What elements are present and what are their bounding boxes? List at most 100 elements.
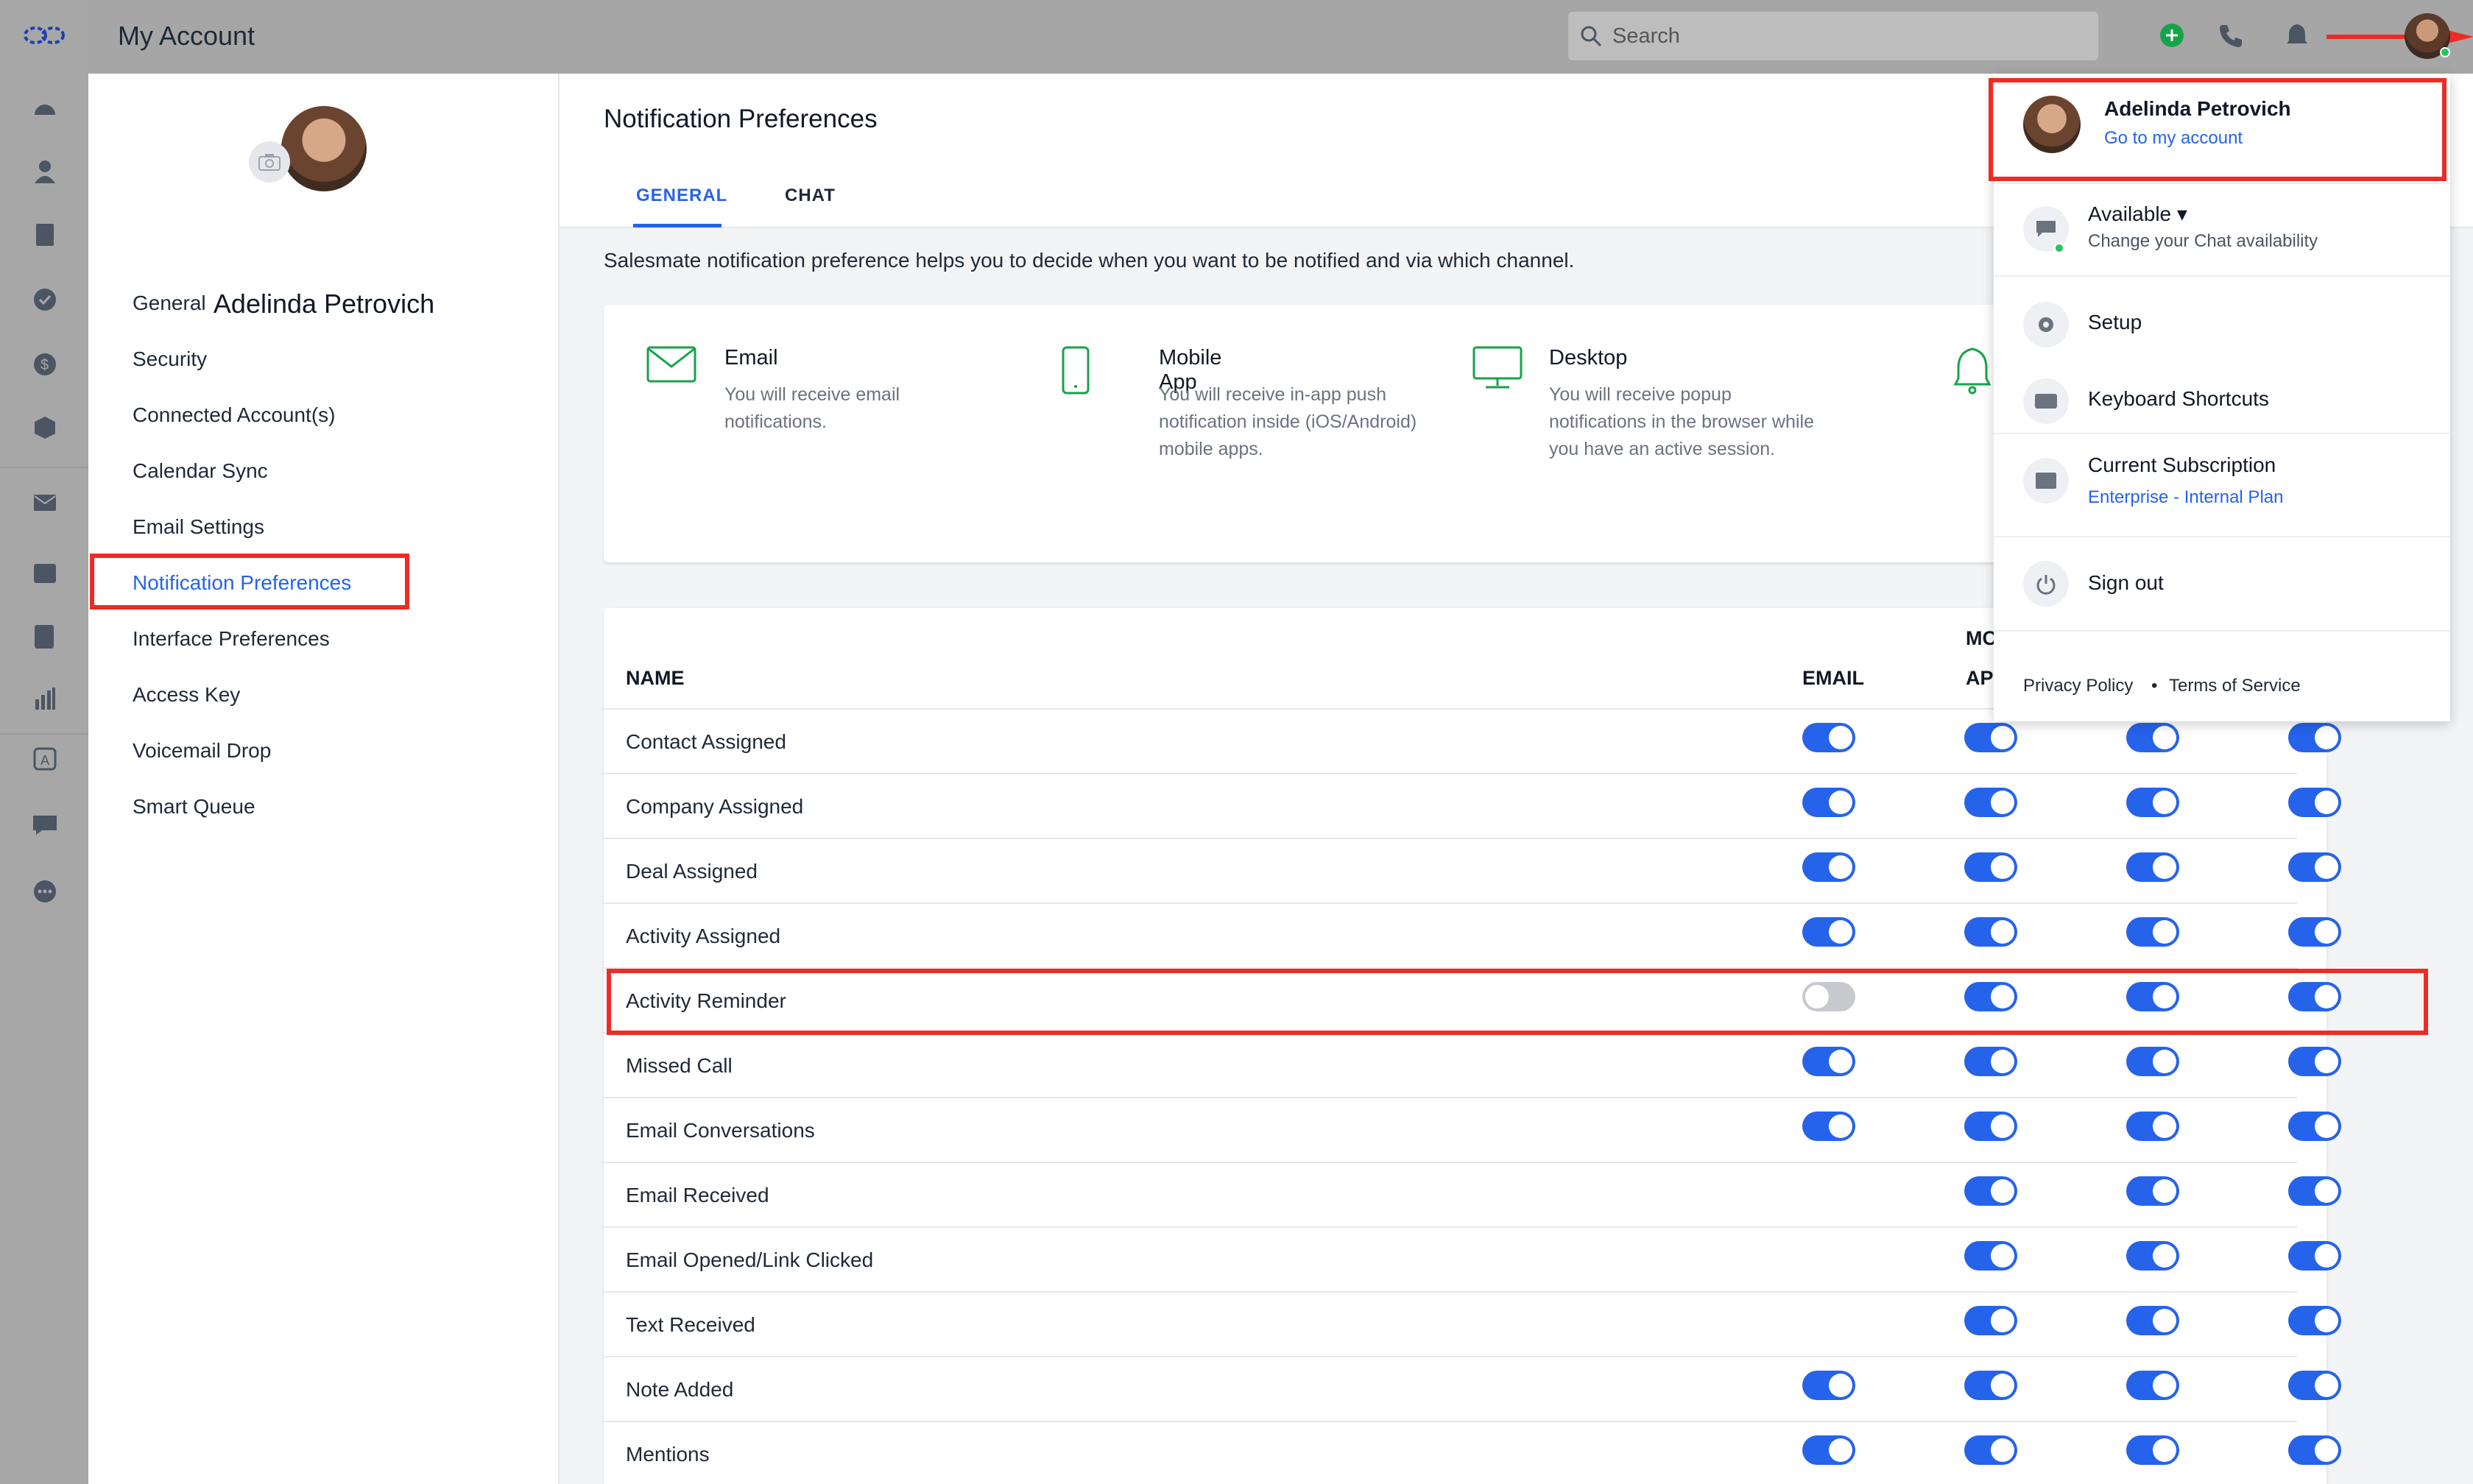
channel-desc: You will receive popup notifications in … <box>1549 384 1814 459</box>
setup-item[interactable]: Setup <box>2088 311 2142 334</box>
notification-toggle[interactable] <box>1964 1435 2017 1465</box>
notification-toggle[interactable] <box>1802 917 1855 947</box>
table-row: Text Received <box>604 1291 2341 1356</box>
notification-toggle[interactable] <box>1964 1371 2017 1400</box>
highlight-row-box <box>607 969 2428 1035</box>
notification-toggle[interactable] <box>1802 1371 1855 1400</box>
notification-toggle[interactable] <box>2126 723 2179 752</box>
notification-toggle[interactable] <box>1802 1435 1855 1465</box>
notification-toggle[interactable] <box>1964 1112 2017 1141</box>
notification-toggle[interactable] <box>2126 1371 2179 1400</box>
deals-icon[interactable]: $ <box>31 350 59 378</box>
notification-toggle[interactable] <box>2288 852 2341 882</box>
add-icon[interactable] <box>2157 21 2187 50</box>
terms-link[interactable]: Terms of Service <box>2169 676 2301 696</box>
menu-smart-queue[interactable]: Smart Queue <box>133 795 255 819</box>
notification-bell-icon[interactable] <box>2282 21 2312 50</box>
availability-label[interactable]: Available ▾ <box>2088 202 2187 226</box>
notification-toggle[interactable] <box>2126 1241 2179 1271</box>
plan-link[interactable]: Enterprise - Internal Plan <box>2088 487 2283 508</box>
notification-toggle[interactable] <box>2288 1435 2341 1465</box>
more-icon[interactable] <box>31 877 59 905</box>
row-name: Email Opened/Link Clicked <box>626 1248 874 1271</box>
table-row: Deal Assigned <box>604 838 2341 902</box>
privacy-policy-link[interactable]: Privacy Policy <box>2023 676 2133 696</box>
dropdown-subscription[interactable]: Current Subscription Enterprise - Intern… <box>1994 434 2450 537</box>
notification-toggle[interactable] <box>2126 1306 2179 1335</box>
camera-icon[interactable] <box>249 141 290 183</box>
notification-toggle[interactable] <box>2126 1112 2179 1141</box>
menu-voicemail-drop[interactable]: Voicemail Drop <box>133 739 271 763</box>
chat-icon[interactable] <box>31 811 59 839</box>
phone-book-icon[interactable] <box>31 623 59 651</box>
notification-toggle[interactable] <box>1802 1047 1855 1076</box>
notification-toggle[interactable] <box>2126 1047 2179 1076</box>
dropdown-availability[interactable]: Available ▾ Change your Chat availabilit… <box>1994 184 2450 277</box>
tab-general[interactable]: GENERAL <box>636 186 727 206</box>
email-icon[interactable] <box>31 489 59 517</box>
menu-interface-preferences[interactable]: Interface Preferences <box>133 627 330 651</box>
dropdown-signout[interactable]: Sign out <box>1994 537 2450 632</box>
automation-icon[interactable]: A <box>31 745 59 773</box>
notification-toggle[interactable] <box>1964 788 2017 817</box>
reports-icon[interactable] <box>31 685 59 713</box>
menu-access-key[interactable]: Access Key <box>133 683 240 707</box>
notification-toggle[interactable] <box>1964 1176 2017 1206</box>
notification-toggle[interactable] <box>1964 1047 2017 1076</box>
notification-toggle[interactable] <box>2126 1176 2179 1206</box>
keyboard-shortcuts-item[interactable]: Keyboard Shortcuts <box>2088 387 2269 411</box>
menu-connected-accounts[interactable]: Connected Account(s) <box>133 403 336 427</box>
menu-calendar-sync[interactable]: Calendar Sync <box>133 459 268 483</box>
active-tab-underline <box>633 224 722 227</box>
row-name: Email Conversations <box>626 1119 815 1142</box>
notification-toggle[interactable] <box>2288 1241 2341 1271</box>
phone-icon[interactable] <box>2216 21 2246 50</box>
search-icon <box>1580 25 1602 51</box>
annotation-arrow <box>2326 29 2473 44</box>
products-icon[interactable] <box>31 414 59 442</box>
notification-toggle[interactable] <box>2288 1371 2341 1400</box>
notification-toggle[interactable] <box>1802 852 1855 882</box>
notification-toggle[interactable] <box>2288 788 2341 817</box>
sign-out-item[interactable]: Sign out <box>2088 571 2164 595</box>
channel-desc: You will receive in-app push notificatio… <box>1159 384 1417 459</box>
row-name: Mentions <box>626 1443 710 1466</box>
profile-photo[interactable] <box>281 106 367 191</box>
activities-icon[interactable] <box>31 286 59 314</box>
notification-toggle[interactable] <box>1802 788 1855 817</box>
notification-toggle[interactable] <box>2288 1112 2341 1141</box>
svg-text:$: $ <box>40 357 49 373</box>
dashboard-icon[interactable] <box>31 93 59 121</box>
menu-email-settings[interactable]: Email Settings <box>133 515 264 539</box>
salesmate-logo[interactable] <box>21 21 68 50</box>
menu-security[interactable]: Security <box>133 347 207 371</box>
notification-toggle[interactable] <box>1964 1241 2017 1271</box>
notification-toggle[interactable] <box>1964 1306 2017 1335</box>
notification-toggle[interactable] <box>2288 1306 2341 1335</box>
notification-toggle[interactable] <box>1964 852 2017 882</box>
contacts-icon[interactable] <box>31 158 59 186</box>
notification-toggle[interactable] <box>2126 917 2179 947</box>
search-box[interactable] <box>1568 12 2098 60</box>
desktop-icon <box>1472 346 1523 394</box>
notification-toggle[interactable] <box>1802 723 1855 752</box>
channel-title: Email <box>724 346 778 370</box>
menu-general[interactable]: General <box>133 292 206 315</box>
bell-icon <box>1953 346 1992 398</box>
user-avatar-button[interactable] <box>2405 13 2450 59</box>
search-input[interactable] <box>1612 19 2084 53</box>
notification-toggle[interactable] <box>2126 788 2179 817</box>
notification-toggle[interactable] <box>2288 917 2341 947</box>
notification-toggle[interactable] <box>1964 723 2017 752</box>
col-name: NAME <box>626 667 685 689</box>
notification-toggle[interactable] <box>2288 1176 2341 1206</box>
tab-chat[interactable]: CHAT <box>785 186 836 206</box>
notification-toggle[interactable] <box>2126 1435 2179 1465</box>
inbox-icon[interactable] <box>31 559 59 587</box>
notification-toggle[interactable] <box>1802 1112 1855 1141</box>
notification-toggle[interactable] <box>1964 917 2017 947</box>
notification-toggle[interactable] <box>2288 723 2341 752</box>
notification-toggle[interactable] <box>2288 1047 2341 1076</box>
notification-toggle[interactable] <box>2126 852 2179 882</box>
companies-icon[interactable] <box>31 221 59 249</box>
